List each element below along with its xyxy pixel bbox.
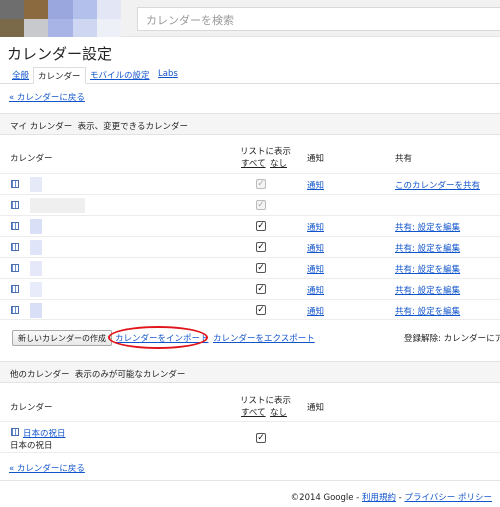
calendar-icon bbox=[11, 201, 19, 209]
notify-link[interactable]: 通知 bbox=[307, 305, 324, 317]
share-settings-link[interactable]: 共有: 設定を編集 bbox=[395, 284, 460, 296]
col-show-in-list: リストに表示 bbox=[240, 147, 292, 157]
col-calendar: カレンダー bbox=[10, 154, 53, 164]
section-subtitle: 表示のみが可能なカレンダー bbox=[74, 370, 186, 380]
back-to-calendar-link[interactable]: « カレンダーに戻る bbox=[9, 462, 85, 474]
share-settings-link[interactable]: 共有: 設定を編集 bbox=[395, 221, 460, 233]
show-in-list-checkbox[interactable]: ✓ bbox=[256, 179, 266, 189]
tab-mobile[interactable]: モバイルの設定 bbox=[86, 67, 154, 84]
calendar-row[interactable]: ✓ 通知 共有: 設定を編集 bbox=[0, 299, 500, 320]
footer-divider bbox=[0, 480, 500, 481]
tab-general[interactable]: 全般 bbox=[8, 67, 33, 84]
share-settings-link[interactable]: 共有: 設定を編集 bbox=[395, 263, 460, 275]
highlight-ring bbox=[108, 326, 208, 349]
calendar-color[interactable] bbox=[30, 219, 42, 234]
col-show-in-list: リストに表示 bbox=[240, 396, 292, 406]
settings-tabs: 全般 カレンダー モバイルの設定 Labs bbox=[0, 64, 500, 84]
calendar-icon bbox=[11, 180, 19, 188]
show-in-list-checkbox[interactable]: ✓ bbox=[256, 433, 266, 443]
calendar-row[interactable]: ✓ 通知 このカレンダーを共有 bbox=[0, 173, 500, 194]
privacy-link[interactable]: プライバシー ポリシー bbox=[404, 493, 492, 503]
calendar-color[interactable] bbox=[30, 261, 42, 276]
calendar-icon bbox=[11, 285, 19, 293]
select-all-link[interactable]: すべて bbox=[241, 406, 266, 418]
calendar-icon bbox=[11, 243, 19, 251]
calendar-color[interactable] bbox=[30, 198, 85, 213]
calendar-color[interactable] bbox=[30, 303, 42, 318]
unsubscribe-text: 登録解除: カレンダーにア bbox=[404, 334, 500, 344]
export-calendar-link[interactable]: カレンダーをエクスポート bbox=[213, 332, 315, 344]
notify-link[interactable]: 通知 bbox=[307, 242, 324, 254]
footer: ©2014 Google - 利用規約 - プライバシー ポリシー bbox=[290, 493, 492, 503]
show-in-list-checkbox[interactable]: ✓ bbox=[256, 284, 266, 294]
col-notify: 通知 bbox=[307, 403, 325, 413]
calendar-icon bbox=[11, 306, 19, 314]
select-none-link[interactable]: なし bbox=[270, 406, 287, 418]
notify-link[interactable]: 通知 bbox=[307, 284, 324, 296]
show-in-list-checkbox[interactable]: ✓ bbox=[256, 305, 266, 315]
calendar-row[interactable]: ✓ 通知 共有: 設定を編集 bbox=[0, 278, 500, 299]
terms-link[interactable]: 利用規約 bbox=[362, 493, 396, 503]
calendar-row[interactable]: ✓ 通知 共有: 設定を編集 bbox=[0, 236, 500, 257]
back-to-calendar-link[interactable]: « カレンダーに戻る bbox=[9, 91, 85, 103]
show-in-list-checkbox[interactable]: ✓ bbox=[256, 221, 266, 231]
copyright: ©2014 Google bbox=[290, 493, 354, 503]
share-link[interactable]: このカレンダーを共有 bbox=[395, 179, 480, 191]
col-notify: 通知 bbox=[307, 154, 325, 164]
page-title: カレンダー設定 bbox=[7, 45, 113, 63]
calendar-row[interactable]: ✓ bbox=[0, 194, 500, 215]
notify-link[interactable]: 通知 bbox=[307, 221, 324, 233]
calendar-row[interactable]: ✓ 通知 共有: 設定を編集 bbox=[0, 215, 500, 236]
search-input[interactable]: カレンダーを検索 bbox=[137, 7, 500, 31]
top-bar: カレンダーを検索 bbox=[0, 0, 500, 37]
col-calendar: カレンダー bbox=[10, 403, 53, 413]
create-calendar-button[interactable]: 新しいカレンダーの作成 bbox=[12, 330, 112, 346]
calendar-row[interactable]: ✓ 通知 共有: 設定を編集 bbox=[0, 257, 500, 278]
share-settings-link[interactable]: 共有: 設定を編集 bbox=[395, 305, 460, 317]
tab-calendars[interactable]: カレンダー bbox=[33, 67, 86, 84]
calendar-icon bbox=[11, 222, 19, 230]
holiday-calendar-link[interactable]: 日本の祝日 bbox=[23, 427, 66, 439]
show-in-list-checkbox[interactable]: ✓ bbox=[256, 200, 266, 210]
notify-link[interactable]: 通知 bbox=[307, 263, 324, 275]
calendar-color[interactable] bbox=[30, 240, 42, 255]
share-settings-link[interactable]: 共有: 設定を編集 bbox=[395, 242, 460, 254]
calendar-description: 日本の祝日 bbox=[10, 441, 53, 451]
calendar-color[interactable] bbox=[30, 282, 42, 297]
calendar-icon bbox=[11, 264, 19, 272]
section-subtitle: 表示、変更できるカレンダー bbox=[77, 122, 188, 132]
app-logo[interactable] bbox=[0, 0, 121, 37]
show-in-list-checkbox[interactable]: ✓ bbox=[256, 242, 266, 252]
calendar-row[interactable]: 日本の祝日 日本の祝日 ✓ bbox=[0, 421, 500, 453]
notify-link[interactable]: 通知 bbox=[307, 179, 324, 191]
tab-labs[interactable]: Labs bbox=[154, 67, 182, 84]
show-in-list-checkbox[interactable]: ✓ bbox=[256, 263, 266, 273]
section-title: 他のカレンダー bbox=[10, 370, 70, 380]
section-title: マイ カレンダー bbox=[10, 122, 73, 132]
select-all-link[interactable]: すべて bbox=[241, 157, 266, 169]
col-share: 共有 bbox=[395, 154, 413, 164]
select-none-link[interactable]: なし bbox=[270, 157, 287, 169]
calendar-color[interactable] bbox=[30, 177, 42, 192]
calendar-icon bbox=[11, 428, 19, 436]
other-calendars-header: 他のカレンダー 表示のみが可能なカレンダー bbox=[0, 361, 500, 383]
my-calendars-header: マイ カレンダー 表示、変更できるカレンダー bbox=[0, 113, 500, 135]
